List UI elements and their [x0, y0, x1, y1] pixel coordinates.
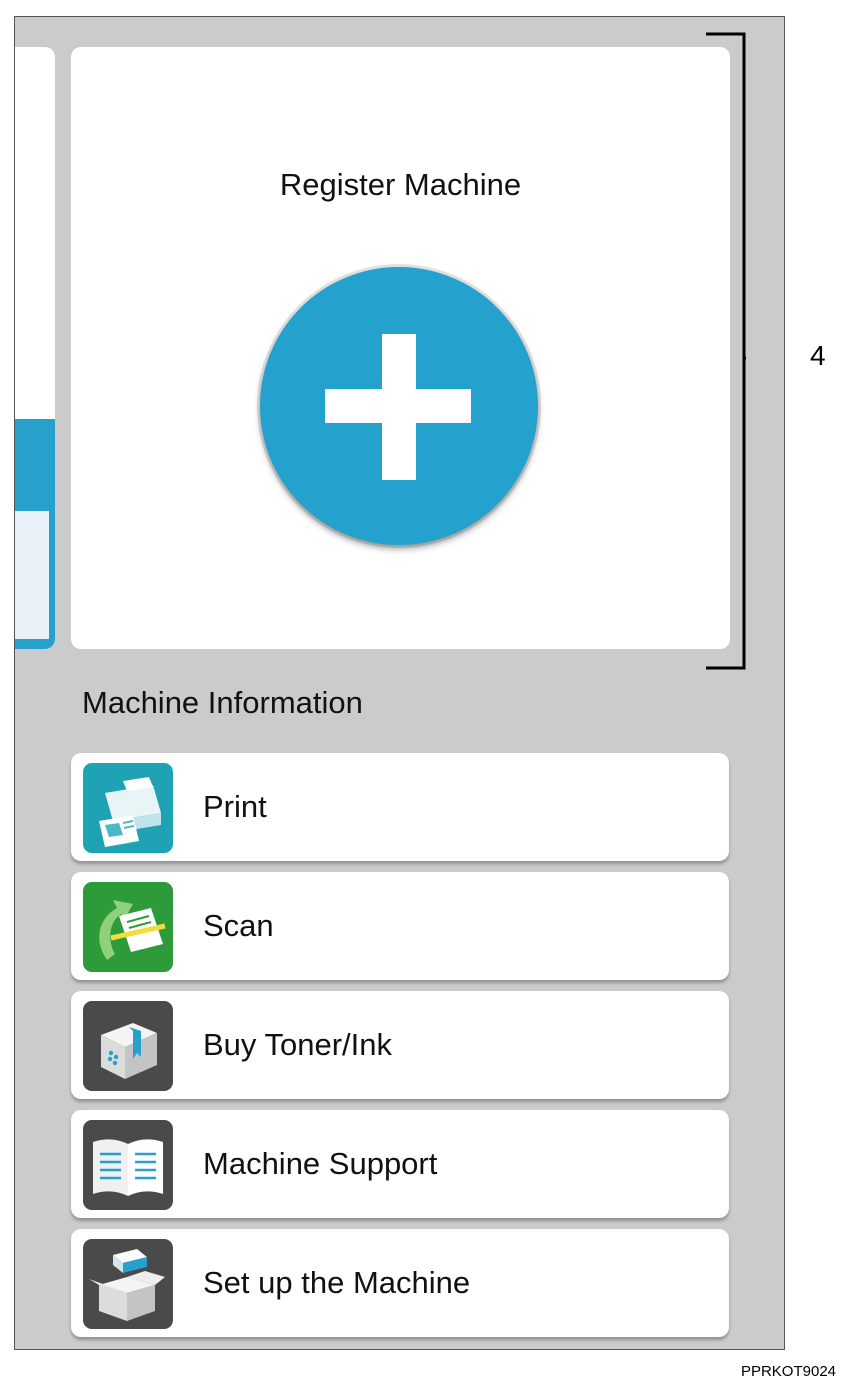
- menu-item-scan[interactable]: Scan: [71, 872, 729, 980]
- app-screen: Register Machine Machine Information Pri…: [14, 16, 785, 1350]
- machine-information-heading: Machine Information: [82, 685, 363, 720]
- previous-card-panel: [15, 511, 49, 639]
- toner-box-icon: [83, 1001, 173, 1091]
- menu-item-machine-support[interactable]: Machine Support: [71, 1110, 729, 1218]
- menu-item-buy-toner-ink-label: Buy Toner/Ink: [203, 1027, 392, 1062]
- scanner-icon: [83, 882, 173, 972]
- register-machine-title: Register Machine: [279, 167, 522, 202]
- figure-code: PPRKOT9024: [740, 1363, 836, 1380]
- setup-box-icon: [83, 1239, 173, 1329]
- previous-machine-card[interactable]: [15, 47, 55, 649]
- menu-item-set-up-machine-label: Set up the Machine: [203, 1265, 471, 1300]
- menu-item-set-up-machine[interactable]: Set up the Machine: [71, 1229, 729, 1337]
- callout-number: 4: [810, 340, 826, 371]
- menu-item-scan-label: Scan: [203, 908, 274, 943]
- menu-item-print-label: Print: [203, 789, 267, 824]
- manual-book-icon: [83, 1120, 173, 1210]
- previous-card-accent-band: [15, 419, 55, 649]
- callout-bracket: [706, 32, 746, 670]
- register-machine-card[interactable]: Register Machine: [71, 47, 730, 649]
- menu-item-machine-support-label: Machine Support: [203, 1146, 438, 1181]
- menu-item-buy-toner-ink[interactable]: Buy Toner/Ink: [71, 991, 729, 1099]
- menu-item-print[interactable]: Print: [71, 753, 729, 861]
- printer-icon: [83, 763, 173, 853]
- callout-leader-line: [744, 340, 804, 354]
- add-machine-button[interactable]: [260, 267, 538, 545]
